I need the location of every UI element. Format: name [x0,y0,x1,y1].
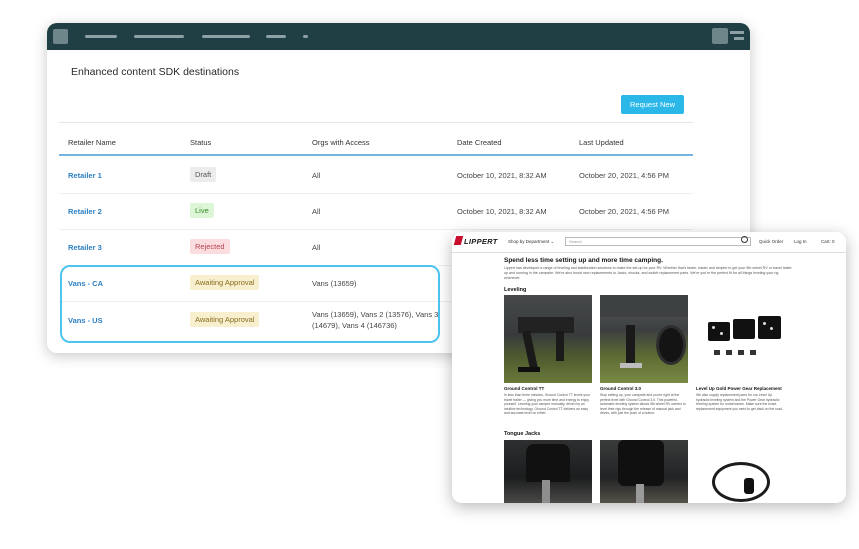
orgs-cell: All [312,243,321,252]
date-created-cell: October 10, 2021, 8:32 AM [457,207,547,216]
top-navigation-bar [47,23,750,50]
site-header: LIPPERT Shop by Department ⌄ Search Quic… [452,232,846,253]
table-row[interactable]: Retailer 2 Live All October 10, 2021, 8:… [59,193,693,230]
product-image-tongue-jack-1[interactable] [504,440,592,503]
shop-by-department-menu[interactable]: Shop by Department ⌄ [508,239,554,245]
cart-link[interactable]: Cart: 0 [821,239,835,244]
nav-item-placeholder[interactable] [202,35,250,38]
status-badge: Draft [190,167,217,182]
column-header-date-created[interactable]: Date Created [457,138,502,147]
page-headline: Spend less time setting up and more time… [504,257,663,264]
product-image-tongue-jack-2[interactable] [600,440,688,503]
request-new-button[interactable]: Request New [621,95,684,114]
column-header-retailer-name[interactable]: Retailer Name [68,138,116,147]
product-image-ground-control-tt[interactable] [504,295,592,383]
status-badge: Live [190,203,214,218]
date-created-cell: October 10, 2021, 8:32 AM [457,171,547,180]
nav-item-placeholder[interactable] [85,35,117,38]
column-header-orgs[interactable]: Orgs with Access [312,138,370,147]
product-image-power-cable[interactable] [696,440,784,503]
product-image-ground-control-3[interactable] [600,295,688,383]
retailer-name-link[interactable]: Retailer 1 [68,171,102,180]
nav-item-placeholder[interactable] [303,35,308,38]
product-title[interactable]: Ground Control TT [504,386,544,391]
orgs-cell: All [312,207,321,216]
intro-text: Lippert has developed a range of levelin… [504,266,792,280]
menu-icon-line [734,37,744,40]
search-icon[interactable] [741,236,748,243]
retailer-name-link[interactable]: Retailer 2 [68,207,102,216]
search-input[interactable]: Search [565,237,751,246]
product-title[interactable]: Ground Control 3.0 [600,386,641,391]
last-updated-cell: October 20, 2021, 4:56 PM [579,207,670,216]
lippert-logo-icon [453,236,464,245]
product-title[interactable]: Level Up Gold Power Gear Replacement [696,386,782,391]
product-image-level-up-gold[interactable] [696,295,784,383]
site-logo[interactable]: LIPPERT [464,237,498,246]
section-heading-tongue-jacks: Tongue Jacks [504,431,541,437]
retailer-name-link[interactable]: Retailer 3 [68,243,102,252]
column-header-last-updated[interactable]: Last Updated [579,138,624,147]
status-badge: Rejected [190,239,230,254]
login-link[interactable]: Log In [794,239,807,244]
lippert-preview-window: LIPPERT Shop by Department ⌄ Search Quic… [452,232,846,503]
nav-item-placeholder[interactable] [266,35,286,38]
divider [59,122,693,123]
search-placeholder: Search [569,239,582,244]
app-logo-icon[interactable] [53,29,68,44]
section-heading-leveling: Leveling [504,287,527,293]
user-avatar-icon[interactable] [712,28,728,44]
product-description: We also supply replacement parts for our… [696,393,783,411]
quick-order-link[interactable]: Quick Order [759,239,783,244]
product-description: In less than three minutes, Ground Contr… [504,393,591,416]
page-title: Enhanced content SDK destinations [71,66,240,78]
last-updated-cell: October 20, 2021, 4:56 PM [579,171,670,180]
column-header-status[interactable]: Status [190,138,211,147]
orgs-cell: All [312,171,321,180]
table-row[interactable]: Retailer 1 Draft All October 10, 2021, 8… [59,157,693,194]
header-underline [59,154,693,156]
product-description: Stop setting up, your campsite and you'r… [600,393,686,416]
menu-icon[interactable] [730,31,744,34]
nav-item-placeholder[interactable] [134,35,184,38]
highlight-outline [60,265,440,343]
